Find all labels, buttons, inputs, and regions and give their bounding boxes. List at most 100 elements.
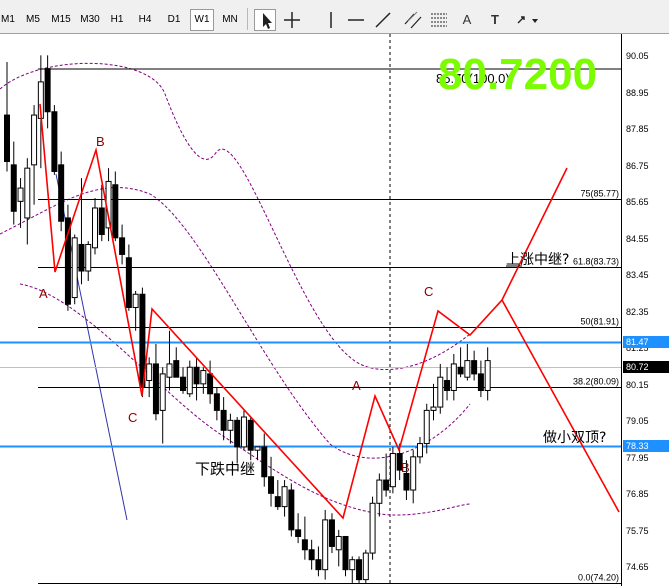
candle-body bbox=[213, 393, 220, 411]
price-axis-tick-label: 76.85 bbox=[626, 489, 649, 499]
timeframe-w1-button[interactable]: W1 bbox=[190, 9, 214, 31]
price-ticker: 80.7200 bbox=[438, 50, 597, 99]
price-axis-tick-label: 82.35 bbox=[626, 306, 649, 317]
candle-body bbox=[240, 416, 247, 448]
chart-toolbar: M1 M5 M15 M30 H1 H4 D1 W1 MN A T bbox=[0, 0, 669, 34]
vertical-line-icon bbox=[320, 12, 342, 34]
timeframe-h4-button[interactable]: H4 bbox=[134, 9, 156, 31]
candle-body bbox=[31, 114, 38, 166]
candle-body bbox=[416, 443, 423, 458]
candle-body bbox=[261, 446, 268, 478]
support-resistance-lines bbox=[0, 341, 621, 448]
envelope-band-line bbox=[0, 62, 471, 371]
timeframe-m5-button[interactable]: M5 bbox=[22, 9, 44, 31]
candle-body bbox=[274, 496, 281, 508]
candle-body bbox=[44, 68, 51, 113]
candle-body bbox=[186, 366, 193, 395]
vertical-line-tool-button[interactable] bbox=[320, 9, 342, 31]
candle-body bbox=[322, 519, 329, 571]
trendline-tool-button[interactable] bbox=[372, 9, 394, 31]
candle-body bbox=[484, 360, 491, 391]
candle-body bbox=[308, 549, 315, 561]
fibonacci-retracement-icon bbox=[428, 13, 450, 34]
timeframe-mn-button[interactable]: MN bbox=[218, 9, 242, 31]
fibonacci-retracement-tool-button[interactable] bbox=[428, 9, 450, 31]
candle-body bbox=[17, 187, 24, 202]
annotation-continuation-down: 下跌中继 bbox=[195, 460, 255, 478]
price-axis-tick-label: 75.75 bbox=[626, 525, 649, 536]
candlestick-series bbox=[4, 55, 491, 583]
text-icon: A bbox=[462, 12, 472, 27]
crosshair-tool-button[interactable] bbox=[281, 9, 303, 31]
candle-body bbox=[159, 373, 166, 411]
fibonacci-level-label: 61.8(83.73) bbox=[573, 257, 619, 267]
candle-body bbox=[383, 479, 390, 491]
candle-body bbox=[24, 167, 31, 219]
candle-body bbox=[98, 207, 105, 236]
price-axis-tick-label: 90.05 bbox=[626, 51, 649, 61]
candle-body bbox=[423, 409, 430, 445]
candle-body bbox=[132, 293, 139, 309]
candle-body bbox=[193, 366, 200, 385]
price-axis-tick-label: 85.65 bbox=[626, 197, 649, 207]
wave-label-right: C bbox=[424, 284, 433, 299]
wave-label-left: B bbox=[96, 134, 105, 149]
timeframe-m1-button[interactable]: M1 bbox=[0, 9, 16, 31]
timeframe-d1-button[interactable]: D1 bbox=[163, 9, 185, 31]
wave-label-left: C bbox=[128, 410, 137, 425]
fibonacci-level-label: 0.0(74.20) bbox=[578, 573, 619, 583]
timeframe-m30-button[interactable]: M30 bbox=[77, 9, 103, 31]
candle-body bbox=[362, 552, 369, 581]
candle-body bbox=[342, 535, 349, 571]
text-tool-button[interactable]: A bbox=[456, 9, 478, 31]
horizontal-line-icon bbox=[345, 19, 367, 34]
candle-body bbox=[207, 373, 214, 395]
fibonacci-levels: 75(85.77) 61.8(83.73) 50(81.91) 38.2(80.09)… bbox=[38, 68, 621, 584]
candle-body bbox=[281, 486, 288, 508]
candle-body bbox=[450, 363, 457, 391]
timeframe-h1-button[interactable]: H1 bbox=[106, 9, 128, 31]
candle-body bbox=[58, 164, 65, 222]
equidistant-channel-tool-button[interactable] bbox=[402, 9, 424, 31]
candle-body bbox=[173, 360, 180, 378]
wave-pattern-lines bbox=[39, 103, 620, 520]
price-tag: 78.33 bbox=[623, 439, 669, 452]
candle-body bbox=[10, 164, 17, 212]
envelope-band-line bbox=[19, 283, 471, 516]
cursor-arrow-tool-button[interactable] bbox=[254, 9, 276, 31]
candle-body bbox=[85, 243, 92, 272]
chart-annotations: 85.70(100.0)80.7200ABCABC下跌中继上涨中继?做小双顶? bbox=[39, 50, 606, 478]
timeframe-m15-button[interactable]: M15 bbox=[48, 9, 74, 31]
wave-pattern-polyline bbox=[501, 299, 620, 513]
horizontal-line-tool-button[interactable] bbox=[345, 9, 367, 31]
candle-body bbox=[152, 363, 159, 415]
price-axis-tick-label: 83.45 bbox=[626, 270, 649, 280]
equidistant-channel-icon bbox=[402, 11, 424, 34]
candle-body bbox=[444, 380, 451, 391]
candle-body bbox=[335, 535, 342, 551]
wave-pattern-polyline bbox=[39, 103, 568, 520]
price-axis-tick-label: 88.95 bbox=[626, 87, 649, 98]
candle-body bbox=[301, 539, 308, 551]
candle-body bbox=[200, 370, 207, 385]
price-axis-tick-label: 80.15 bbox=[626, 379, 649, 390]
candle-body bbox=[369, 502, 376, 554]
arrow-markers-tool-button[interactable] bbox=[512, 9, 542, 31]
text-label-tool-button[interactable]: T bbox=[484, 9, 506, 31]
candle-body bbox=[119, 237, 126, 255]
candle-body bbox=[430, 406, 437, 411]
candle-body bbox=[78, 243, 85, 272]
candle-body bbox=[268, 476, 275, 494]
candle-body bbox=[146, 363, 153, 382]
price-axis-tick-label: 74.65 bbox=[626, 562, 649, 572]
cursor-arrow-icon bbox=[255, 13, 277, 35]
candle-body bbox=[227, 419, 234, 431]
price-axis-tick-label: 84.55 bbox=[626, 233, 649, 244]
candle-body bbox=[403, 472, 410, 491]
price-tag: 81.47 bbox=[623, 335, 669, 348]
candle-body bbox=[477, 373, 484, 391]
price-axis[interactable]: 90.05 88.95 87.85 86.75 85.65 84.55 83.45 82.35… bbox=[621, 34, 669, 586]
candle-body bbox=[51, 111, 58, 172]
annotation-double-top: 做小双顶? bbox=[543, 430, 606, 446]
price-chart[interactable]: 75(85.77) 61.8(83.73) 50(81.91) 38.2(80.09)… bbox=[0, 34, 621, 586]
